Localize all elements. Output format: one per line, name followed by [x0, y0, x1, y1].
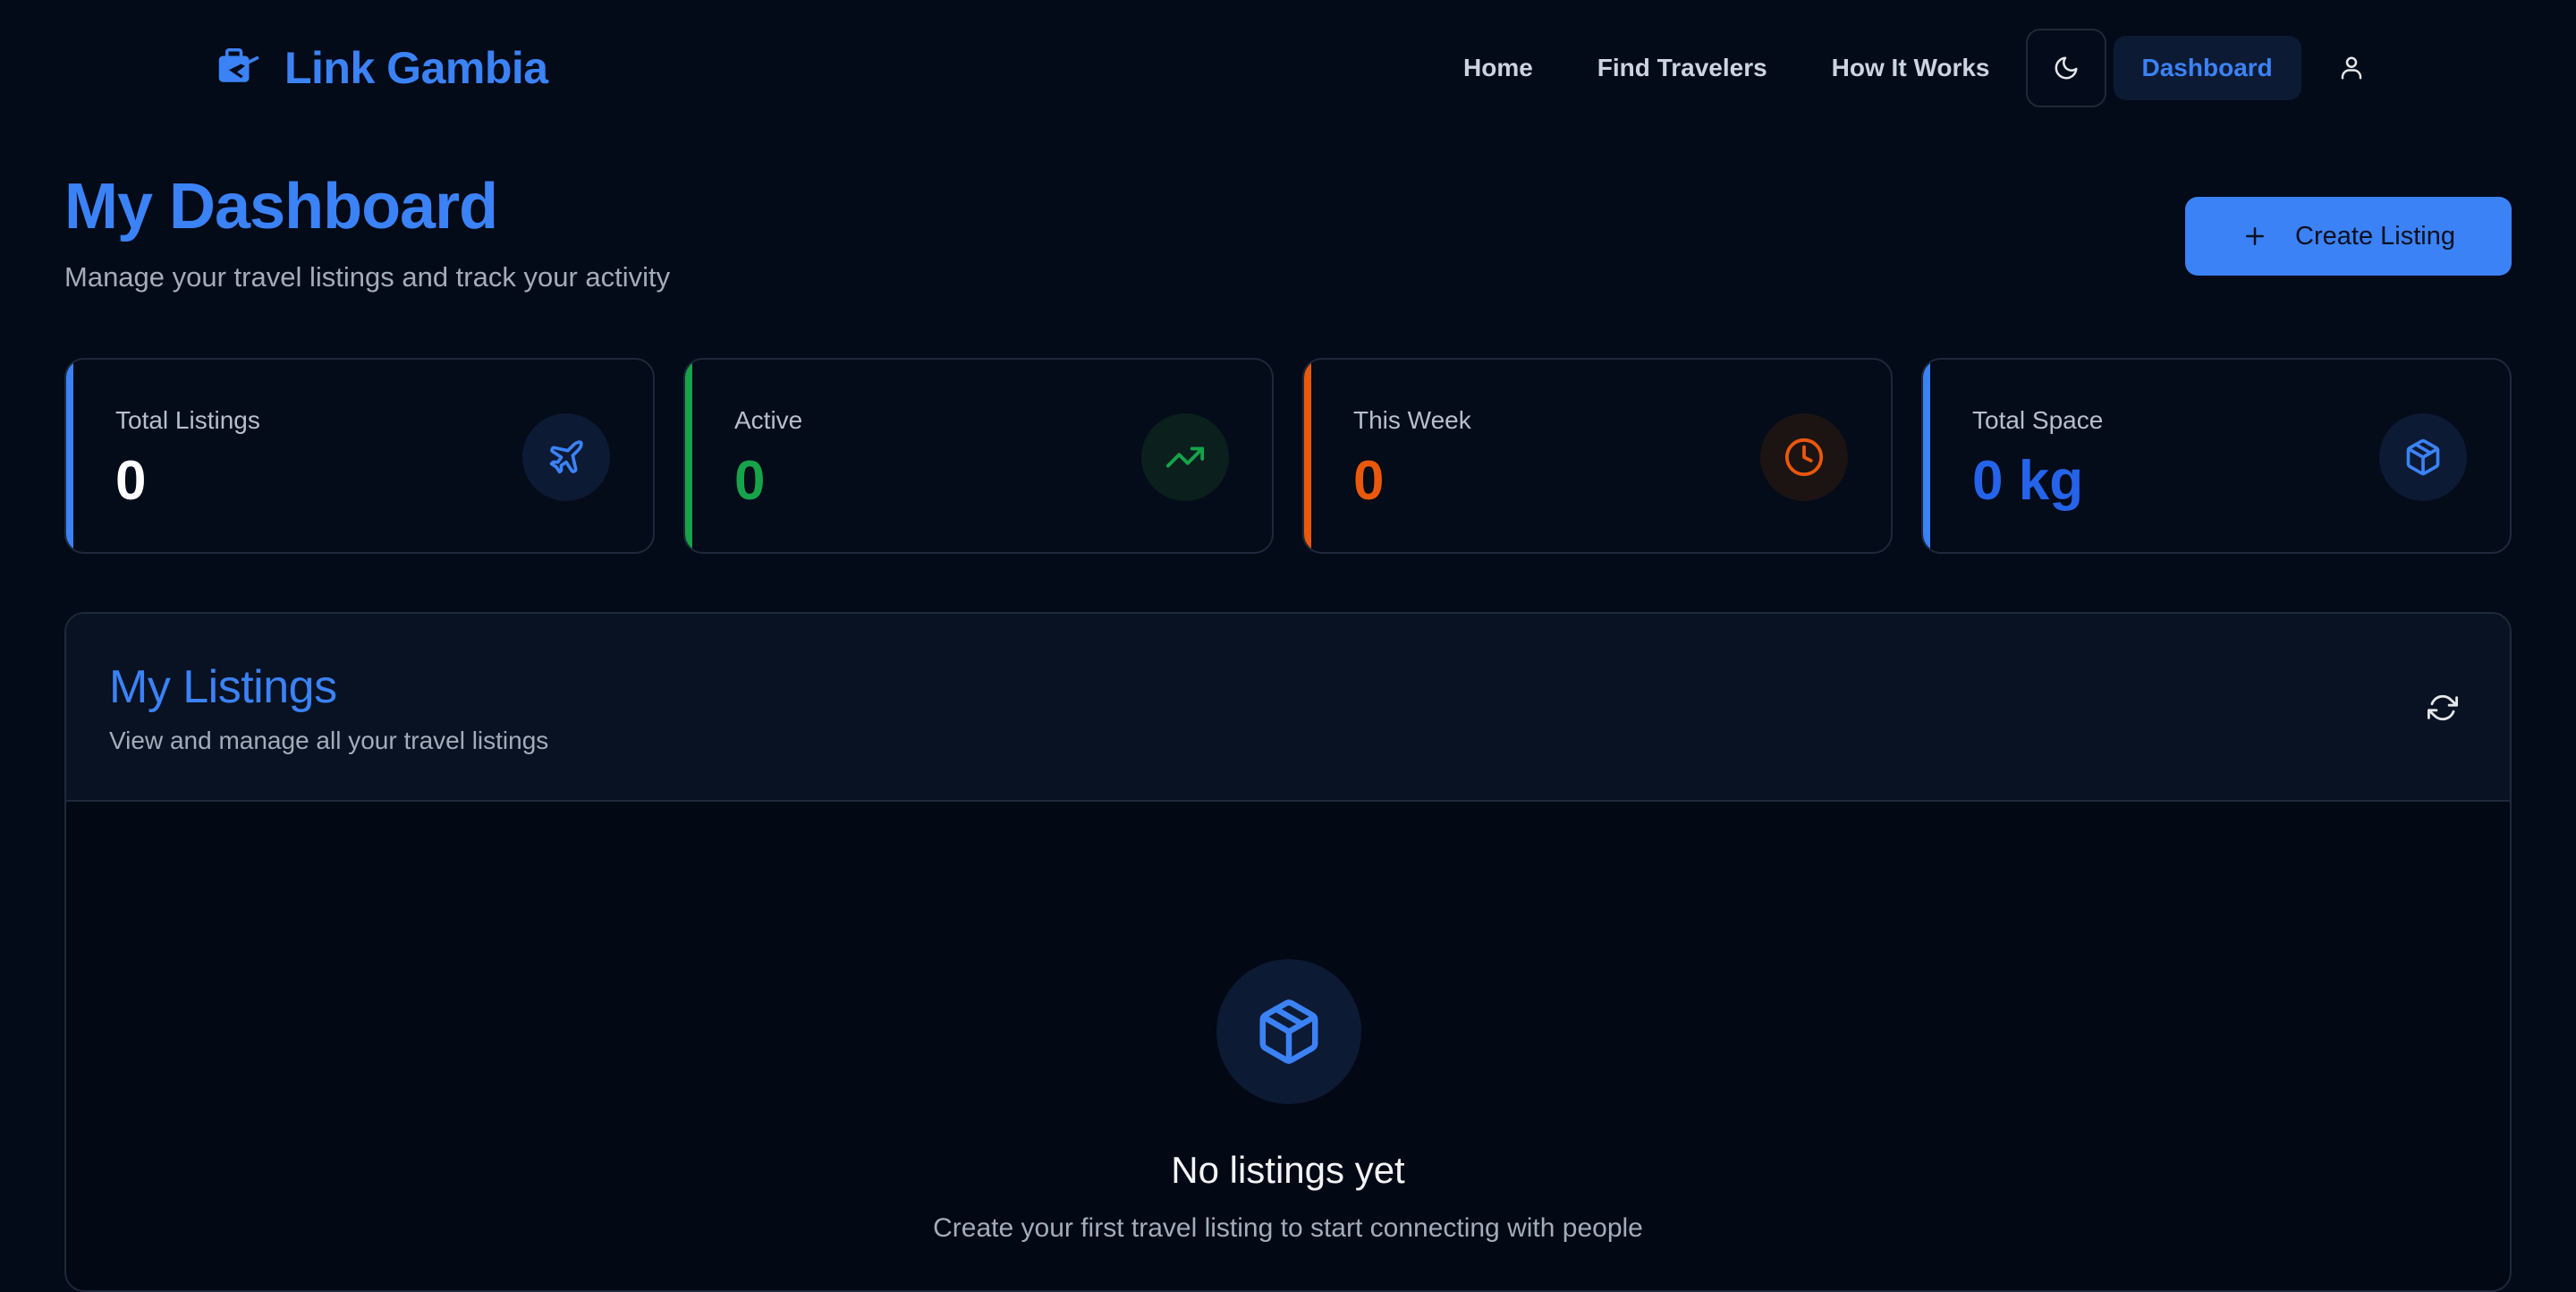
user-menu-button[interactable] [2319, 36, 2384, 100]
empty-state-title: No listings yet [1171, 1149, 1405, 1191]
stat-card-this-week: This Week 0 [1302, 358, 1893, 554]
package-icon [1259, 999, 1318, 1065]
package-icon [2379, 413, 2467, 501]
listings-panel-header: My Listings View and manage all your tra… [66, 614, 2510, 802]
stat-accent-bar [66, 360, 73, 552]
clock-icon [1760, 413, 1848, 501]
stat-value: 0 [1353, 450, 1385, 512]
plus-icon [2241, 223, 2268, 250]
empty-state-icon [1216, 959, 1361, 1104]
my-listings-panel: My Listings View and manage all your tra… [64, 612, 2512, 1292]
main-nav: Home Find Travelers How It Works Dashboa… [1431, 29, 2384, 107]
stat-value: 0 kg [1972, 450, 2084, 512]
stat-card-total-listings: Total Listings 0 [64, 358, 655, 554]
stat-value: 0 [115, 450, 147, 512]
stat-label: Active [734, 406, 803, 434]
user-icon [2341, 56, 2362, 80]
luggage-plane-icon [218, 47, 259, 82]
stat-accent-bar [1304, 360, 1311, 552]
trending-up-icon [1141, 413, 1229, 501]
brand-name: Link Gambia [284, 43, 548, 93]
create-listing-label: Create Listing [2295, 221, 2455, 251]
refresh-button[interactable] [2420, 685, 2465, 730]
top-navbar: Link Gambia Home Find Travelers How It W… [0, 0, 2576, 136]
refresh-icon [2428, 694, 2458, 721]
stat-label: This Week [1353, 406, 1471, 434]
nav-how-it-works[interactable]: How It Works [1800, 29, 2022, 107]
stat-accent-bar [1923, 360, 1930, 552]
empty-state-text: Create your first travel listing to star… [933, 1213, 1643, 1243]
listings-title: My Listings [109, 661, 337, 713]
stat-accent-bar [685, 360, 692, 552]
nav-home[interactable]: Home [1431, 29, 1565, 107]
brand-logo[interactable]: Link Gambia [213, 41, 548, 95]
stat-label: Total Listings [115, 406, 260, 434]
stat-card-total-space: Total Space 0 kg [1921, 358, 2512, 554]
stat-value: 0 [734, 450, 766, 512]
stats-row: Total Listings 0 Active 0 This Week 0 To… [64, 358, 2512, 554]
stat-label: Total Space [1972, 406, 2104, 434]
create-listing-button[interactable]: Create Listing [2185, 197, 2512, 276]
plane-icon [522, 413, 610, 501]
moon-icon [2055, 56, 2078, 80]
page-title: My Dashboard [64, 171, 498, 242]
nav-dashboard[interactable]: Dashboard [2113, 36, 2301, 100]
page-subtitle: Manage your travel listings and track yo… [64, 261, 671, 293]
nav-find-travelers[interactable]: Find Travelers [1565, 29, 1800, 107]
listings-subtitle: View and manage all your travel listings [109, 727, 549, 754]
stat-card-active: Active 0 [683, 358, 1274, 554]
theme-toggle-button[interactable] [2025, 29, 2106, 107]
